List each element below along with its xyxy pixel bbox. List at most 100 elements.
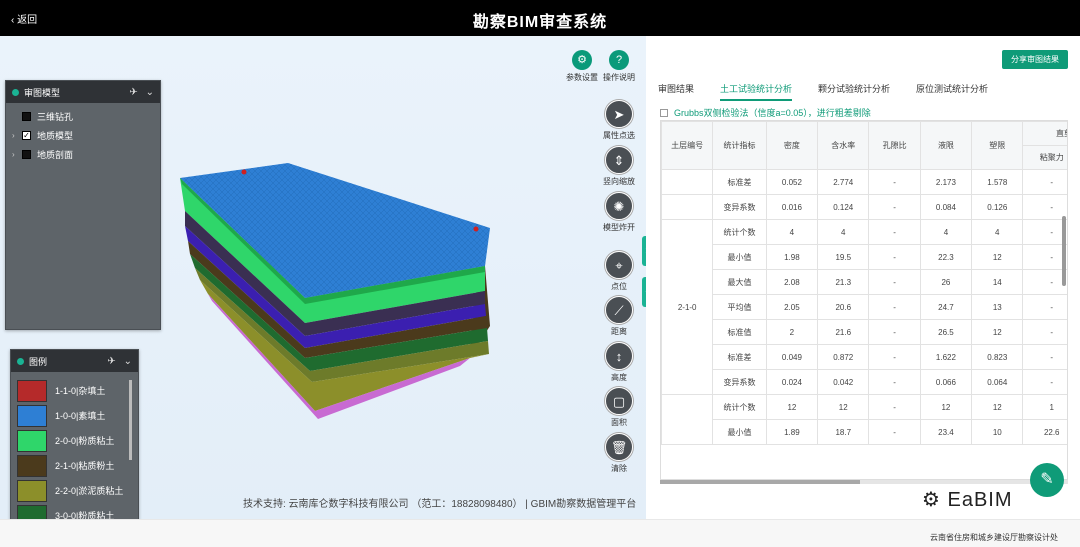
legend-panel: 图例 ✈ ⌄ 1-1-0|杂填土 1-0-0|素填土 2-0-0|粉质粘土 2-… bbox=[10, 349, 139, 534]
table-row: 标准值 2 21.6-26.5 12- bbox=[662, 319, 1067, 345]
model-tree-panel: 审图模型 ✈ ⌄ 三维钻孔 › ✓ 地质模型 › 地质剖面 bbox=[5, 80, 161, 330]
table-cell: 0.872 bbox=[817, 344, 870, 370]
table-cell: 12 bbox=[971, 319, 1024, 345]
table-cell: 1.89 bbox=[765, 419, 819, 445]
table-cell: 2.173 bbox=[919, 169, 973, 195]
table-cell: - bbox=[1022, 294, 1067, 320]
area-icon: ▢ bbox=[605, 387, 633, 415]
tool-label: 清除 bbox=[611, 464, 627, 473]
table-cell bbox=[661, 194, 714, 220]
table-cell: 10 bbox=[971, 419, 1024, 445]
watermark: ⚙ EaBIM bbox=[922, 489, 1013, 511]
legend-label: 1-1-0|杂填土 bbox=[55, 386, 106, 396]
tree-item-geo-model[interactable]: › ✓ 地质模型 bbox=[12, 126, 154, 145]
tool-vertical-scale[interactable]: ⇕ 竖向缩放 bbox=[602, 146, 636, 187]
table-cell: 标准值 bbox=[712, 319, 767, 345]
table-cell: 21.6 bbox=[817, 319, 870, 345]
gear-icon: ⚙ bbox=[572, 50, 592, 70]
organization-label: 云南省住房和城乡建设厅勘察设计处 bbox=[930, 533, 1058, 542]
legend-scrollbar[interactable] bbox=[129, 380, 132, 460]
checkbox[interactable] bbox=[22, 112, 31, 121]
table-cell: 1.578 bbox=[971, 169, 1024, 195]
table-vertical-scrollbar[interactable] bbox=[1062, 216, 1066, 286]
tool-label: 模型炸开 bbox=[603, 223, 635, 232]
tool-label: 竖向缩放 bbox=[603, 177, 635, 186]
vertical-scale-icon: ⇕ bbox=[605, 146, 633, 174]
table-cell: 4 bbox=[971, 219, 1024, 245]
tab-particle-stats[interactable]: 颗分试验统计分析 bbox=[818, 82, 890, 101]
model-viewer[interactable]: 审图模型 ✈ ⌄ 三维钻孔 › ✓ 地质模型 › 地质剖面 图例 ✈ ⌄ 1-1… bbox=[0, 36, 652, 534]
table-cell: 14 bbox=[971, 269, 1024, 295]
tree-item-geo-section[interactable]: › 地质剖面 bbox=[12, 145, 154, 164]
tool-distance[interactable]: ⟋ 距离 bbox=[602, 296, 636, 337]
table-row: 2-1-0 统计个数 4 4-4 4- bbox=[661, 219, 1067, 395]
col-header: 直剪快 bbox=[1022, 121, 1067, 146]
table-cell: 统计个数 bbox=[712, 219, 767, 245]
legend-label: 2-2-0|淤泥质粘土 bbox=[55, 486, 124, 496]
chevron-down-icon[interactable]: ⌄ bbox=[124, 356, 132, 367]
share-results-button[interactable]: 分享审图结果 bbox=[1002, 50, 1068, 69]
top-bar: ‹ 返回 勘察BIM审查系统 bbox=[0, 0, 1080, 36]
table-cell: 2.08 bbox=[765, 269, 819, 295]
expand-arrow-icon[interactable]: › bbox=[12, 150, 22, 159]
legend-label: 2-0-0|粉质粘土 bbox=[55, 436, 115, 446]
table-row: 标准差 0.052 2.774-2.173 1.578- bbox=[661, 169, 1067, 195]
help-button[interactable]: ? 操作说明 bbox=[603, 50, 635, 83]
col-header: 塑限 bbox=[971, 121, 1024, 170]
pin-icon[interactable]: ✈ bbox=[107, 356, 115, 367]
expand-arrow-icon[interactable]: › bbox=[12, 131, 22, 140]
table-cell: 19.5 bbox=[817, 244, 870, 270]
table-cell: 13 bbox=[971, 294, 1024, 320]
help-icon: ? bbox=[609, 50, 629, 70]
tool-point[interactable]: ⌖ 点位 bbox=[602, 251, 636, 292]
table-cell: - bbox=[868, 319, 921, 345]
col-header: 土层编号 bbox=[661, 121, 714, 170]
table-cell: - bbox=[1022, 319, 1067, 345]
table-cell: 20.6 bbox=[817, 294, 870, 320]
table-body: 标准差 0.052 2.774-2.173 1.578- 变异系数 0.016 0.124-… bbox=[661, 169, 1067, 445]
table-cell: 统计个数 bbox=[712, 394, 767, 420]
table-cell: 变异系数 bbox=[712, 369, 767, 395]
layer-id-cell: 2-1-0 bbox=[661, 219, 714, 395]
tool-label: 属性点选 bbox=[603, 131, 635, 140]
edit-report-button[interactable]: ✎ bbox=[1030, 463, 1064, 497]
table-cell: - bbox=[868, 394, 921, 420]
checkbox-checked[interactable]: ✓ bbox=[22, 131, 31, 140]
tool-explode[interactable]: ✺ 模型炸开 bbox=[602, 192, 636, 233]
table-cell: 标准差 bbox=[712, 169, 767, 195]
table-horizontal-scrollbar[interactable] bbox=[660, 480, 1068, 484]
table-cell: 最小值 bbox=[712, 419, 767, 445]
table-cell: 0.084 bbox=[919, 194, 973, 220]
grubbs-checkbox[interactable] bbox=[660, 108, 668, 117]
tree-item-drill[interactable]: 三维钻孔 bbox=[12, 107, 154, 126]
table-cell: 0.049 bbox=[765, 344, 819, 370]
pin-icon[interactable]: ✈ bbox=[129, 87, 137, 98]
table-cell: 0.124 bbox=[817, 194, 870, 220]
table-cell: 0.064 bbox=[971, 369, 1024, 395]
table-cell: - bbox=[868, 169, 921, 195]
scroll-thumb[interactable] bbox=[660, 480, 860, 484]
legend-swatch bbox=[17, 379, 47, 402]
settings-button[interactable]: ⚙ 参数设置 bbox=[566, 50, 598, 83]
legend-item: 1-0-0|素填土 bbox=[17, 403, 132, 428]
table-cell: 12 bbox=[765, 394, 819, 420]
table-cell: 2 bbox=[765, 319, 819, 345]
legend-item: 2-1-0|粘质粉土 bbox=[17, 453, 132, 478]
tool-clear[interactable]: 🗑 清除 bbox=[602, 433, 636, 474]
table-cell: 0.052 bbox=[765, 169, 819, 195]
tab-insitu-stats[interactable]: 原位测试统计分析 bbox=[916, 82, 988, 101]
table-cell: 平均值 bbox=[712, 294, 767, 320]
tool-select-property[interactable]: ➤ 属性点选 bbox=[602, 100, 636, 141]
checkbox[interactable] bbox=[22, 150, 31, 159]
tab-review-results[interactable]: 审图结果 bbox=[658, 82, 694, 101]
tool-label: 面积 bbox=[611, 418, 627, 427]
table-row: 变异系数 0.016 0.124-0.084 0.126- bbox=[661, 194, 1067, 220]
legend-item: 2-0-0|粉质粘土 bbox=[17, 428, 132, 453]
tool-area[interactable]: ▢ 面积 bbox=[602, 387, 636, 428]
tool-height[interactable]: ↕ 高度 bbox=[602, 342, 636, 383]
tech-support-text: 技术支持: 云南库仑数字科技有限公司 （范工：18828098480） | GB… bbox=[243, 499, 637, 510]
tab-soil-test-stats[interactable]: 土工试验统计分析 bbox=[720, 82, 793, 101]
table-cell: 12 bbox=[971, 244, 1024, 270]
grubbs-option[interactable]: Grubbs双侧检验法（信度a=0.05），进行粗差剔除 bbox=[660, 106, 871, 119]
chevron-down-icon[interactable]: ⌄ bbox=[146, 87, 154, 98]
